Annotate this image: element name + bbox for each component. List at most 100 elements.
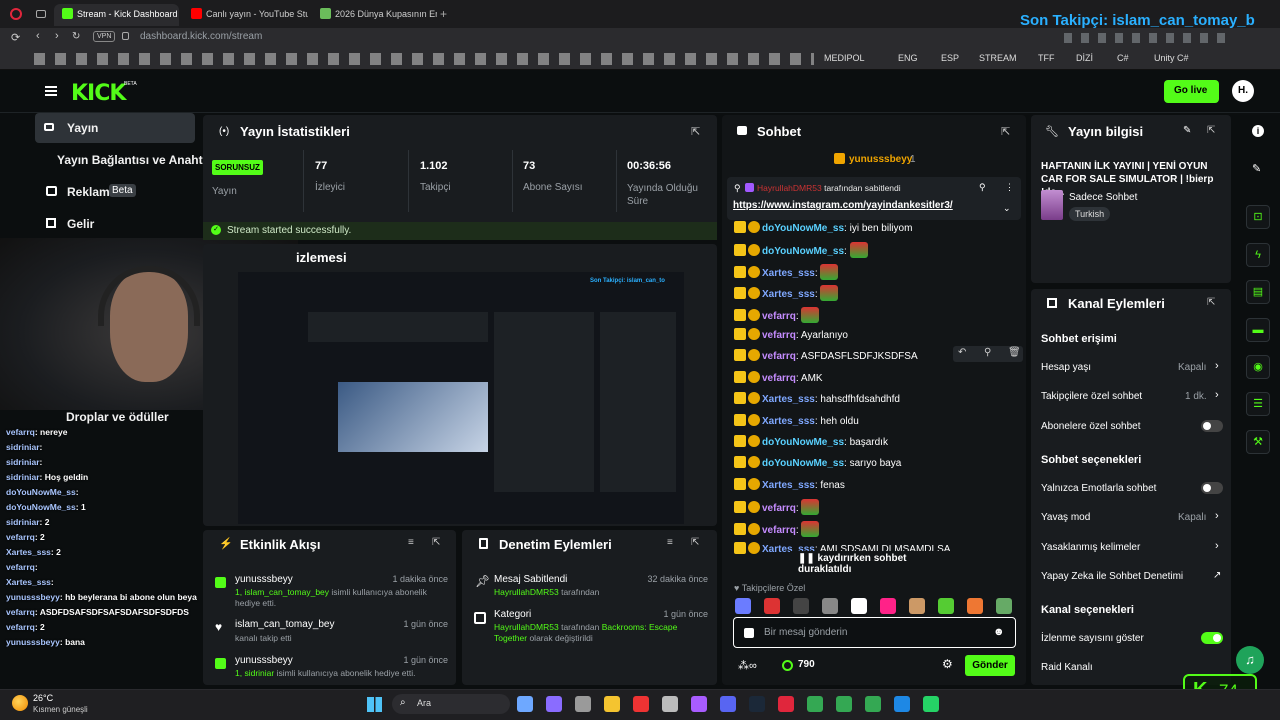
taskbar-search[interactable]: ⌕ Ara	[392, 694, 510, 714]
bookmark-icons-row[interactable]	[34, 53, 814, 65]
chat-username[interactable]: doYouNowMe_ss	[762, 223, 844, 234]
emote-icon[interactable]	[764, 598, 780, 614]
moderation-popout-icon[interactable]: ⇱	[691, 537, 699, 548]
chat-settings-icon[interactable]: ⚙	[942, 657, 953, 671]
emoji-icon[interactable]: ☻	[993, 626, 1005, 638]
pinned-link[interactable]: https://www.instagram.com/yayindankesitl…	[733, 200, 953, 211]
emote-icon[interactable]	[851, 598, 867, 614]
chat-message[interactable]: doYouNowMe_ss: başardık	[734, 435, 1024, 453]
chat-username[interactable]: doYouNowMe_ss	[762, 437, 844, 448]
bookmark-medipol[interactable]: MEDIPOL	[824, 53, 865, 63]
slow-mode-setting[interactable]: Yavaş mod	[1041, 512, 1090, 523]
emotes-only-toggle[interactable]	[1201, 482, 1223, 494]
chat-message[interactable]: Xartes_sss: heh oldu	[734, 413, 1024, 432]
rail-lightning-icon[interactable]: ϟ	[1246, 243, 1270, 267]
chat-username[interactable]: doYouNowMe_ss	[762, 458, 844, 469]
banned-words-setting[interactable]: Yasaklanmış kelimeler	[1041, 542, 1140, 553]
taskbar-app-icon[interactable]	[691, 696, 707, 712]
bookmark-dizi[interactable]: DİZİ	[1076, 53, 1093, 63]
tab-menu-icon[interactable]	[36, 10, 46, 18]
sidebar-item-drops[interactable]: Droplar ve ödüller	[66, 410, 169, 424]
chevron-right-icon[interactable]: ›	[1215, 389, 1219, 401]
bookmark-esp[interactable]: ESP	[941, 53, 959, 63]
bookmark-csharp[interactable]: C#	[1117, 53, 1129, 63]
chevron-right-icon[interactable]: ›	[1215, 510, 1219, 522]
back-icon[interactable]: ‹	[36, 30, 40, 42]
forward-icon[interactable]: ›	[55, 30, 59, 42]
edit-icon[interactable]: ✎	[1183, 125, 1191, 136]
taskbar-app-icon[interactable]	[923, 696, 939, 712]
followers-only-setting[interactable]: Takipçilere özel sohbet	[1041, 391, 1142, 402]
chevron-right-icon[interactable]: ›	[1215, 540, 1219, 552]
chat-username[interactable]: Xartes_sss	[762, 394, 815, 405]
emote-icon[interactable]	[880, 598, 896, 614]
subs-only-toggle[interactable]	[1201, 420, 1223, 432]
filter-icon[interactable]: ≡	[408, 537, 414, 548]
rail-panel-icon[interactable]: ☰	[1246, 392, 1270, 416]
emote-icon[interactable]	[938, 598, 954, 614]
taskbar-app-icon[interactable]	[575, 696, 591, 712]
chat-username[interactable]: Xartes_sss	[762, 289, 815, 300]
stream-info-popout-icon[interactable]: ⇱	[1207, 125, 1215, 136]
sidebar-item-gelir[interactable]: Gelir	[67, 217, 94, 231]
pinned-message[interactable]: ⚲ HayrullahDMR53 tarafından sabitlendi h…	[727, 177, 1021, 220]
taskbar-app-icon[interactable]	[836, 696, 852, 712]
chat-message[interactable]: Xartes_sss:	[734, 263, 1024, 282]
chat-extras-icon[interactable]: ⁂∞	[738, 659, 757, 672]
rail-broadcast-icon[interactable]: ◉	[1246, 355, 1270, 379]
ai-moderation-setting[interactable]: Yapay Zeka ile Sohbet Denetimi	[1041, 571, 1183, 582]
channel-actions-popout-icon[interactable]: ⇱	[1207, 297, 1215, 308]
gift-leader-name[interactable]: yunusssbeyy	[849, 154, 912, 165]
chat-input[interactable]: Bir mesaj gönderin ☻	[733, 617, 1016, 648]
raid-setting[interactable]: Raid Kanalı	[1041, 662, 1093, 673]
filter-icon[interactable]: ≡	[667, 537, 673, 548]
chat-message[interactable]: Xartes_sss: hahsdfhfdsahdhfd	[734, 392, 1024, 410]
chat-message[interactable]: doYouNowMe_ss:	[734, 242, 1024, 260]
chat-username[interactable]: vefarrq	[762, 503, 796, 514]
taskbar-app-icon[interactable]	[546, 696, 562, 712]
sidebar-item-yayin[interactable]: Yayın	[35, 113, 195, 143]
pin-message-icon[interactable]: ⚲	[984, 347, 991, 358]
taskbar-app-icon[interactable]	[894, 696, 910, 712]
pencil-icon[interactable]: ✎	[1252, 162, 1261, 175]
taskbar-app-icon[interactable]	[778, 696, 794, 712]
chat-message[interactable]: doYouNowMe_ss: iyi ben biliyom	[734, 221, 1024, 239]
bookmark-stream[interactable]: STREAM	[979, 53, 1017, 63]
reload-icon[interactable]: ⟳	[11, 31, 20, 44]
chat-username[interactable]: Xartes_sss	[762, 416, 815, 427]
chat-message[interactable]: vefarrq:	[734, 520, 1024, 539]
taskbar-app-icon[interactable]	[662, 696, 678, 712]
emote-icon[interactable]	[967, 598, 983, 614]
url-field[interactable]: dashboard.kick.com/stream	[140, 31, 262, 42]
support-headset-icon[interactable]: ♫	[1236, 646, 1264, 674]
more-icon[interactable]: ⋮	[1005, 182, 1014, 193]
emote-icon[interactable]	[735, 598, 751, 614]
chat-message[interactable]: Xartes_sss: fenas	[734, 477, 1024, 496]
account-age-setting[interactable]: Hesap yaşı	[1041, 362, 1091, 373]
category-name[interactable]: Sadece Sohbet	[1069, 192, 1137, 203]
tab-kick-dashboard[interactable]: Stream - Kick Dashboard	[54, 4, 179, 26]
taskbar-app-icon[interactable]	[633, 696, 649, 712]
chat-username[interactable]: vefarrq	[762, 330, 796, 341]
emote-icon[interactable]	[996, 598, 1012, 614]
vpn-badge[interactable]: VPN	[93, 31, 116, 42]
chevron-right-icon[interactable]: ›	[1215, 360, 1219, 372]
unpin-icon[interactable]: ⚲	[979, 182, 986, 193]
go-live-button[interactable]: Go live	[1164, 80, 1219, 103]
windows-start-icon[interactable]	[367, 697, 382, 712]
chat-username[interactable]: Xartes_sss	[762, 480, 815, 491]
chat-popout-icon[interactable]: ⇱	[1001, 125, 1010, 138]
opera-logo-icon[interactable]	[10, 8, 22, 20]
reload-page-icon[interactable]: ↻	[72, 31, 80, 42]
send-button[interactable]: Gönder	[965, 655, 1015, 676]
taskbar-app-icon[interactable]	[517, 696, 533, 712]
taskbar-app-icon[interactable]	[604, 696, 620, 712]
reply-icon[interactable]: ↶	[958, 347, 966, 358]
activity-popout-icon[interactable]: ⇱	[432, 537, 440, 548]
expand-chevron-icon[interactable]: ⌄	[1003, 203, 1011, 214]
rail-chat-icon[interactable]: ▬	[1246, 318, 1270, 342]
stats-popout-icon[interactable]: ⇱	[691, 125, 700, 138]
bookmark-eng[interactable]: ENG	[898, 53, 918, 63]
points-value[interactable]: 790	[798, 659, 815, 670]
chat-username[interactable]: doYouNowMe_ss	[762, 246, 844, 257]
